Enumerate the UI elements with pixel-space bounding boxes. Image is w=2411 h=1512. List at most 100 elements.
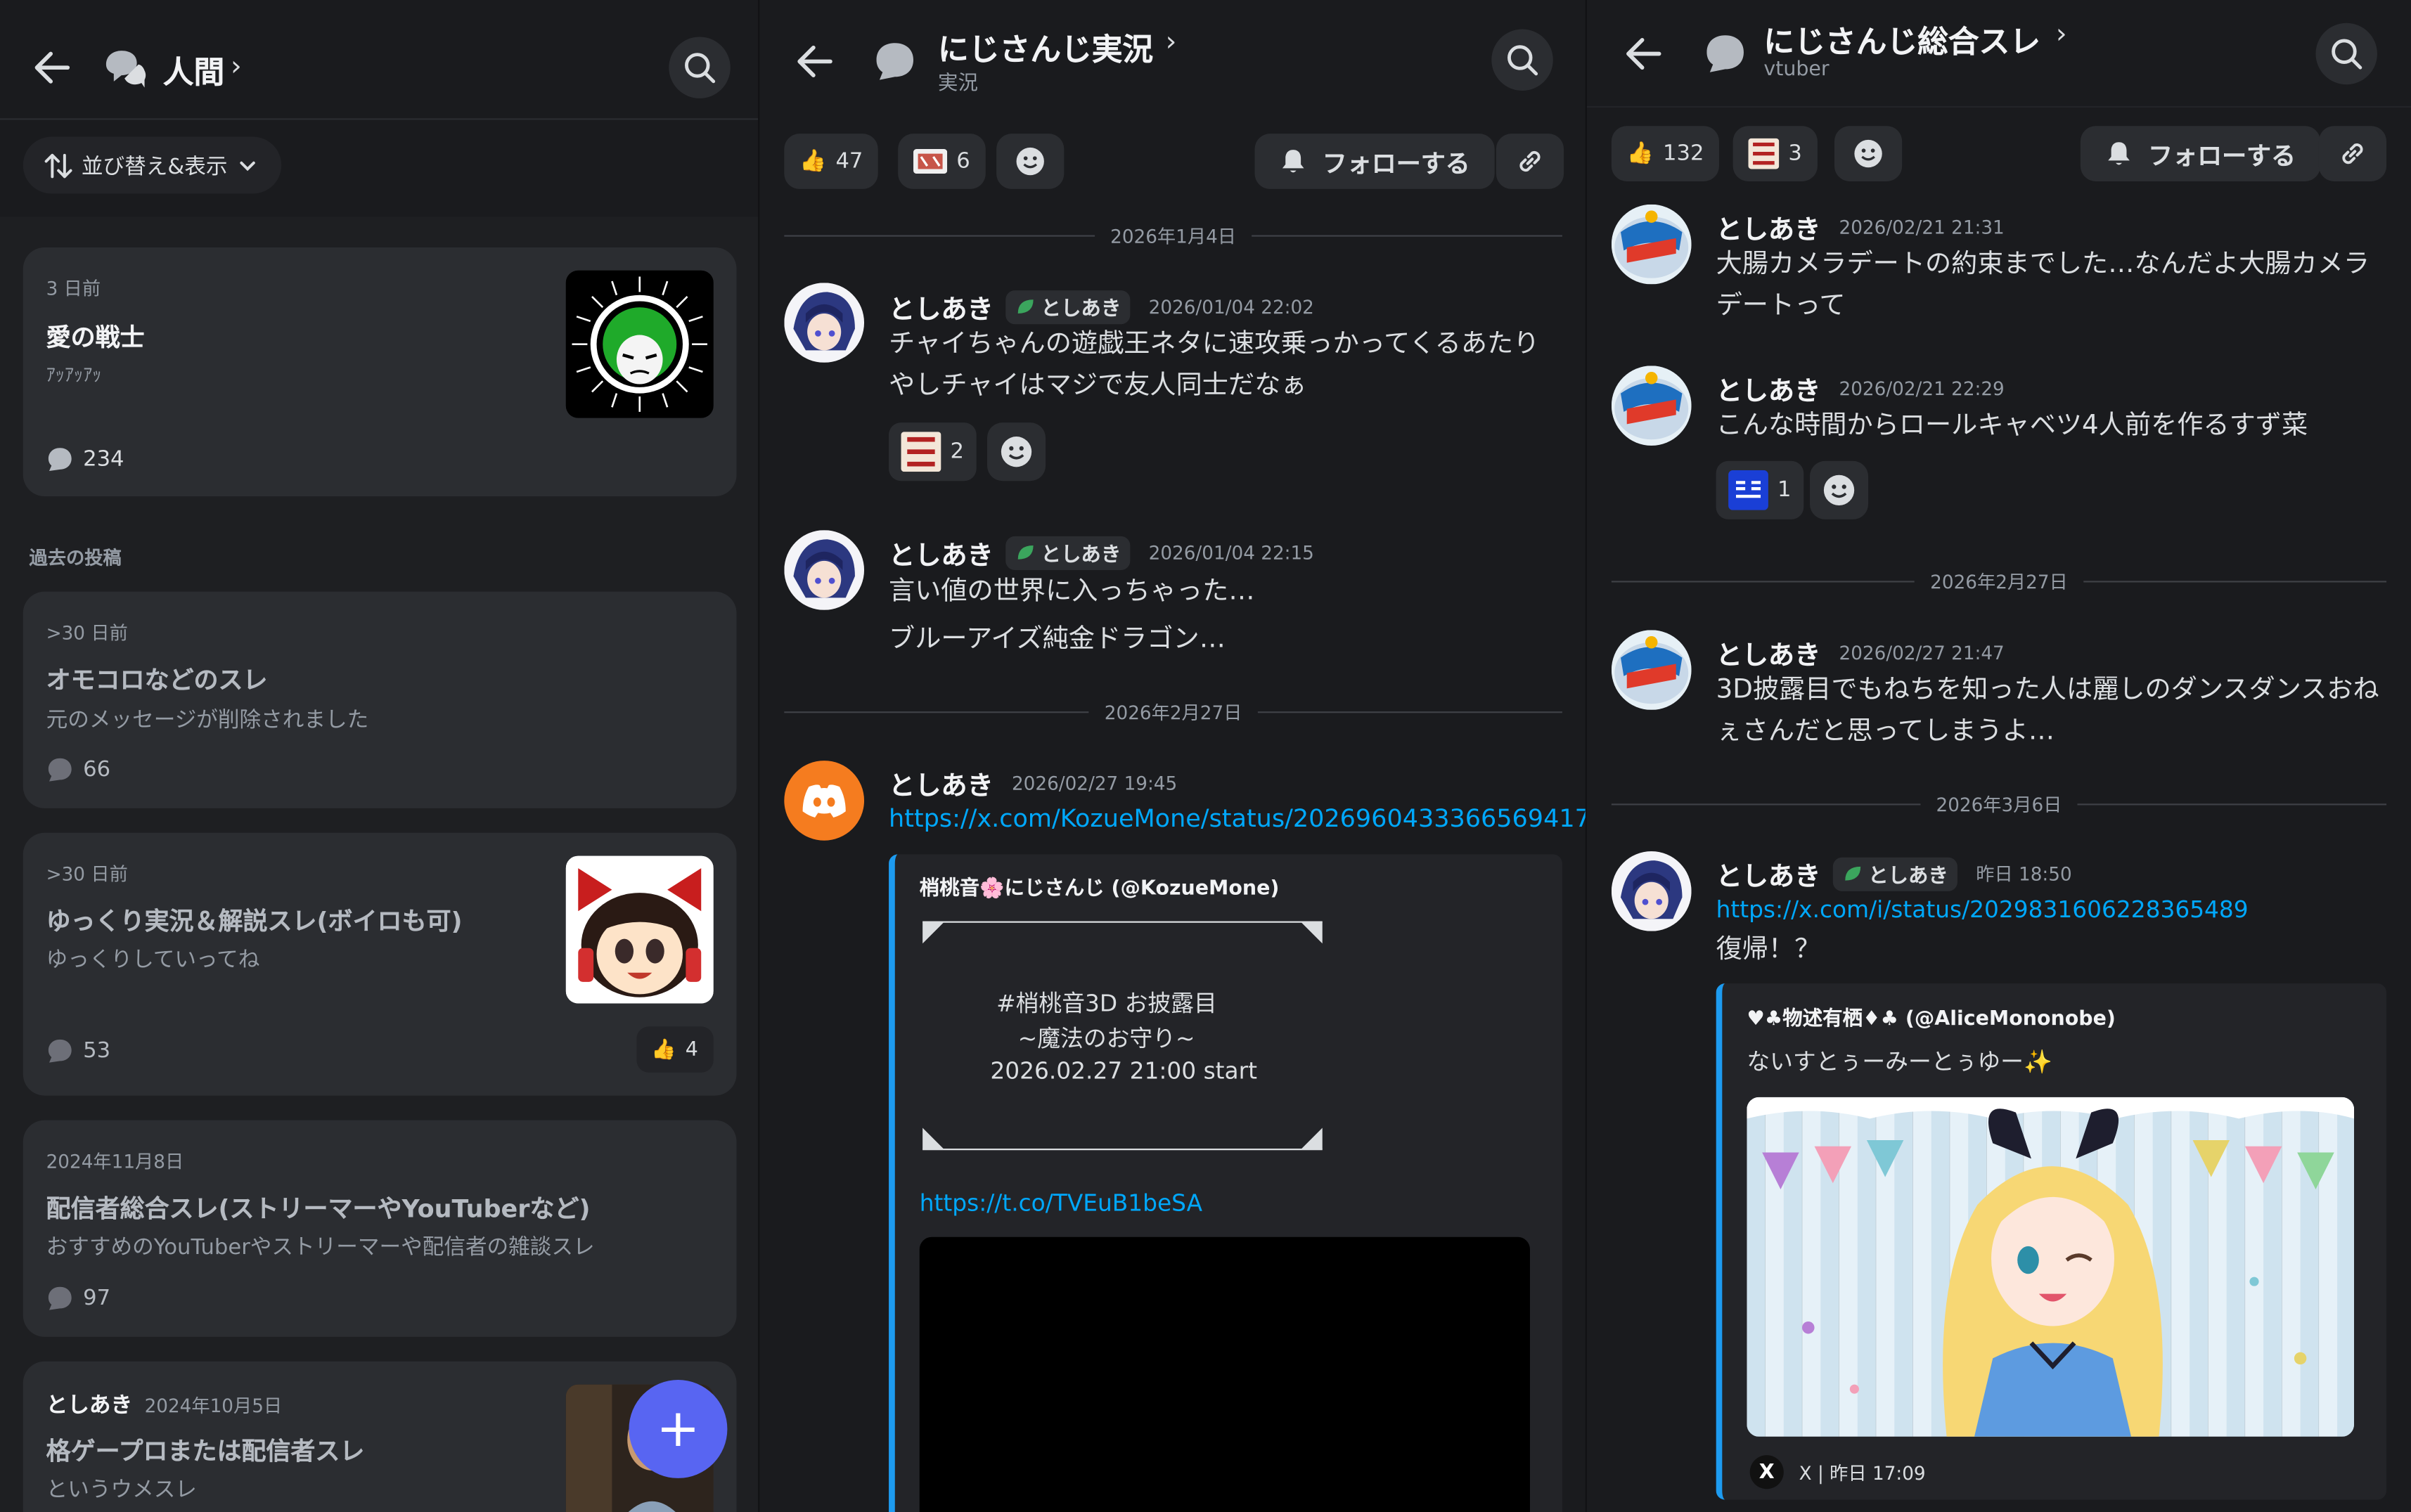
author-name[interactable]: としあき	[1716, 207, 1821, 246]
timestamp: 昨日 18:50	[1976, 863, 2072, 886]
back-arrow-icon[interactable]	[31, 46, 74, 89]
like-reaction[interactable]: 👍 4	[636, 1026, 714, 1073]
new-post-button[interactable]: +	[629, 1380, 728, 1478]
embed-author[interactable]: ♥♣物述有栖♦♣ (@AliceMononobe)	[1747, 1002, 2116, 1031]
add-reaction-button[interactable]	[986, 422, 1046, 482]
author-name[interactable]: としあき	[1716, 854, 1821, 893]
avatar[interactable]	[1611, 630, 1692, 710]
author-name[interactable]: としあき	[889, 534, 994, 571]
avatar[interactable]	[784, 530, 865, 610]
copy-link-button[interactable]	[1496, 134, 1564, 189]
embed-author[interactable]: 梢桃音🌸にじさんじ (@KozueMone)	[920, 871, 1280, 900]
timestamp: 2026/01/04 22:15	[1148, 541, 1314, 564]
follow-button[interactable]: フォローする	[2080, 126, 2321, 181]
embed-footer: X X | 昨日 17:09	[1749, 1455, 1926, 1490]
post-card[interactable]: >30 日前 オモコロなどのスレ 元のメッセージが削除されました 66	[22, 591, 737, 808]
message-text: 3D披露目でもねちを知った人は麗しのダンスダンスおねぇさんだと思ってしまうよ…	[1716, 674, 2379, 747]
leaf-icon	[1845, 866, 1861, 881]
timestamp: 2026/01/04 22:02	[1148, 295, 1314, 318]
alice-vtuber-image	[1747, 1097, 2355, 1437]
add-reaction-button[interactable]	[1809, 460, 1869, 519]
blue-hair-avatar-image	[1611, 851, 1692, 931]
super-cup-avatar-image	[1611, 630, 1692, 710]
author-name[interactable]: としあき	[1716, 369, 1821, 408]
super-cup-avatar-image	[1611, 366, 1692, 446]
thumbs-up-icon: 👍	[651, 1038, 676, 1061]
like-count: 47	[835, 149, 863, 174]
thumbs-up-icon: 👍	[799, 149, 827, 174]
search-icon	[2332, 39, 2362, 70]
post-date: 2024年11月8日	[46, 1151, 184, 1172]
thread-title[interactable]: にじさんじ実況	[938, 25, 1153, 69]
forum-channel-icon	[105, 51, 146, 88]
back-arrow-icon[interactable]	[1622, 32, 1665, 75]
post-card[interactable]: 3 日前 愛の戦士 ｱｯｱｯｱｯ 234	[22, 247, 737, 497]
post-subtitle: ゆっくりしていってね	[46, 948, 260, 973]
author-name[interactable]: としあき	[889, 287, 994, 326]
custom-reaction-count: 3	[1788, 141, 1802, 167]
avatar[interactable]	[784, 761, 865, 841]
leaf-icon	[1017, 299, 1034, 314]
like-reaction[interactable]: 👍 47	[784, 134, 879, 189]
warrior-face-image	[565, 270, 714, 418]
forum-title[interactable]: 人間	[163, 48, 224, 92]
post-thumbnail	[565, 855, 714, 1004]
leaf-icon	[1017, 545, 1034, 560]
reaction-count: 1	[1777, 477, 1792, 503]
search-button[interactable]	[2315, 22, 2377, 85]
post-card[interactable]: >30 日前 ゆっくり実況＆解説スレ(ボイロも可) ゆっくりしていってね 53 …	[22, 832, 737, 1096]
parent-channel-name: vtuber	[1763, 58, 1830, 82]
parent-channel-name: 実況	[938, 72, 978, 96]
thread-panel: にじさんじ実況 › 実況 👍 47 6 フォローする 2026年1月4日 としあ…	[759, 0, 1587, 1512]
search-icon	[685, 53, 716, 84]
message-link[interactable]: https://x.com/KozueMone/status/202696043…	[889, 803, 1587, 833]
date-label: 2026年3月6日	[1936, 794, 2062, 816]
link-embed: 梢桃音🌸にじさんじ (@KozueMone) #梢桃音3D お披露目 ~魔法のお…	[889, 854, 1562, 1512]
post-subtitle: おすすめのYouTuberやストリーマーや配信者の雑談スレ	[46, 1235, 595, 1260]
avatar[interactable]	[1611, 204, 1692, 285]
bell-icon	[2108, 142, 2130, 165]
user-tag: としあき	[1005, 290, 1131, 324]
author-name[interactable]: としあき	[1716, 633, 1821, 672]
message-link[interactable]: https://x.com/i/status/20298316062283654…	[1716, 896, 2249, 923]
blue-hair-avatar-image	[784, 283, 865, 363]
add-reaction-button[interactable]	[996, 134, 1065, 189]
date-label: 2026年2月27日	[1930, 571, 2068, 593]
custom-emoji-icon	[1748, 138, 1780, 169]
post-date: 3 日前	[46, 278, 101, 300]
thread-title[interactable]: にじさんじ総合スレ	[1763, 17, 2040, 61]
message-reaction[interactable]: 1	[1716, 460, 1804, 519]
sort-display-button[interactable]: 並び替え&表示	[22, 136, 282, 194]
post-title: 配信者総合スレ(ストリーマーやYouTuberなど)	[46, 1194, 591, 1224]
avatar[interactable]	[784, 283, 865, 363]
reply-count: 66	[46, 756, 110, 784]
embed-text: ないすとぅーみーとぅゆー✨	[1747, 1047, 2052, 1076]
chevron-down-icon	[240, 160, 255, 171]
like-reaction[interactable]: 👍 132	[1611, 126, 1720, 181]
embed-link[interactable]: https://t.co/TVEuB1beSA	[920, 1189, 1202, 1217]
chat-bubble-icon	[48, 1286, 72, 1310]
embed-video[interactable]	[919, 1236, 1530, 1512]
header-divider	[1586, 105, 2411, 108]
back-arrow-icon[interactable]	[793, 40, 836, 83]
post-card[interactable]: 2024年11月8日 配信者総合スレ(ストリーマーやYouTuberなど) おす…	[22, 1120, 737, 1337]
avatar[interactable]	[1611, 851, 1692, 931]
bell-icon	[1282, 150, 1304, 173]
follow-button[interactable]: フォローする	[1254, 134, 1495, 189]
custom-reaction[interactable]: 6	[898, 134, 986, 189]
thread-icon	[876, 43, 914, 80]
custom-reaction[interactable]: 3	[1732, 126, 1818, 181]
message-reaction[interactable]: 2	[889, 422, 977, 482]
forum-panel: 人間 › 並び替え&表示 3 日前 愛の戦士 ｱｯｱｯｱｯ 234 過去の投稿 …	[0, 0, 760, 1512]
embed-text-line: 2026.02.27 21:00 start	[990, 1057, 1257, 1085]
post-meta: としあき 2024年10月5日	[46, 1389, 283, 1420]
search-button[interactable]	[1491, 29, 1553, 91]
discord-logo-icon	[802, 784, 846, 818]
search-button[interactable]	[669, 37, 731, 98]
author-name[interactable]: としあき	[889, 763, 994, 802]
copy-link-button[interactable]	[2318, 126, 2387, 181]
embed-image[interactable]	[1747, 1097, 2355, 1437]
add-reaction-button[interactable]	[1834, 126, 1903, 181]
avatar[interactable]	[1611, 366, 1692, 446]
reply-count-value: 66	[83, 757, 111, 782]
